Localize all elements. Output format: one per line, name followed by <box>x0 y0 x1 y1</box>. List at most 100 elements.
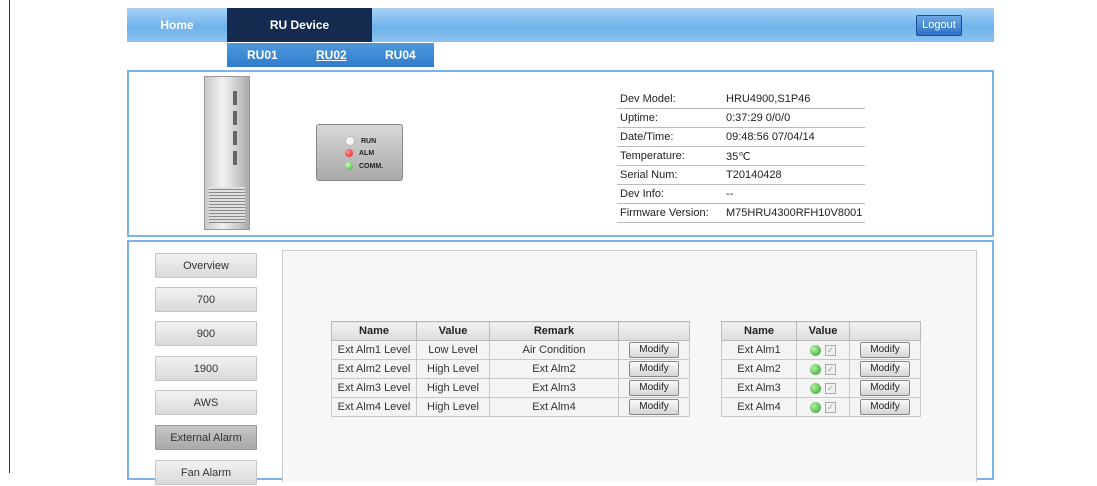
cell-remark: Ext Alm2 <box>489 359 619 379</box>
led-off-icon <box>345 136 355 146</box>
cell-name: Ext Alm3 <box>721 378 797 398</box>
cell-value: ✓ <box>796 378 850 398</box>
cell-action: Modify <box>849 359 921 379</box>
info-value: 0:37:29 0/0/0 <box>723 108 866 128</box>
modify-button[interactable]: Modify <box>860 342 910 358</box>
modify-button[interactable]: Modify <box>860 361 910 377</box>
col-value: Value <box>796 321 850 341</box>
led-comm: COMM. <box>345 162 383 172</box>
info-row: Date/Time: 09:48:56 07/04/14 <box>617 127 866 147</box>
cell-name: Ext Alm1 Level <box>331 340 417 360</box>
menu-aws[interactable]: AWS <box>155 390 257 415</box>
modify-button[interactable]: Modify <box>860 399 910 415</box>
cell-remark: Ext Alm3 <box>489 378 619 398</box>
info-value: M75HRU4300RFH10V8001 <box>723 203 866 223</box>
nav-home[interactable]: Home <box>127 8 227 42</box>
alarm-enable-checkbox[interactable]: ✓ <box>825 401 836 413</box>
device-summary-panel: RUN ALM COMM. Dev Model: HRU4900,S1P46 Up… <box>127 70 994 237</box>
modify-button[interactable]: Modify <box>629 380 679 396</box>
cell-action: Modify <box>618 378 690 398</box>
col-remark: Remark <box>489 321 619 341</box>
col-action <box>849 321 921 341</box>
content-area: Name Value Remark Ext Alm1 Level Low Lev… <box>282 250 977 482</box>
nav-ru-device[interactable]: RU Device <box>227 8 372 42</box>
info-value: -- <box>723 184 866 204</box>
led-green-icon <box>345 162 353 171</box>
cell-remark: Air Condition <box>489 340 619 360</box>
status-ok-icon <box>810 382 821 394</box>
alarm-enable-checkbox[interactable]: ✓ <box>825 382 836 394</box>
led-label: COMM. <box>359 163 384 170</box>
cabinet-vent <box>233 91 237 105</box>
led-label: RUN <box>361 137 377 145</box>
info-row: Uptime: 0:37:29 0/0/0 <box>617 108 866 128</box>
info-key: Temperature: <box>617 146 723 166</box>
menu-overview[interactable]: Overview <box>155 253 257 278</box>
info-row: Serial Num: T20140428 <box>617 165 866 185</box>
cabinet-grill <box>209 187 245 223</box>
cell-action: Modify <box>849 340 921 360</box>
menu-external-alarm[interactable]: External Alarm <box>155 425 257 450</box>
menu-700[interactable]: 700 <box>155 287 257 312</box>
cell-name: Ext Alm2 Level <box>331 359 417 379</box>
ru-subnav: RU01 RU02 RU04 <box>227 43 434 67</box>
info-key: Dev Info: <box>617 184 723 204</box>
led-alm: ALM <box>345 149 374 159</box>
col-value: Value <box>416 321 490 341</box>
cell-action: Modify <box>618 397 690 417</box>
cell-action: Modify <box>618 340 690 360</box>
window-edge <box>9 0 10 473</box>
info-value: 35℃ <box>723 146 866 166</box>
cell-name: Ext Alm4 Level <box>331 397 417 417</box>
table-row: Ext Alm3 Level High Level Ext Alm3 Modif… <box>331 378 690 398</box>
cell-name: Ext Alm4 <box>721 397 797 417</box>
table-row: Ext Alm4 Level High Level Ext Alm4 Modif… <box>331 397 690 417</box>
logout-button[interactable]: Logout <box>916 15 962 36</box>
info-value: HRU4900,S1P46 <box>723 90 866 109</box>
table-row: Ext Alm1 ✓ Modify <box>721 340 921 360</box>
menu-1900[interactable]: 1900 <box>155 356 257 381</box>
tab-ru01[interactable]: RU01 <box>247 43 278 67</box>
table-row: Ext Alm3 ✓ Modify <box>721 378 921 398</box>
cell-value: Low Level <box>416 340 490 360</box>
table-row: Ext Alm2 Level High Level Ext Alm2 Modif… <box>331 359 690 379</box>
menu-900[interactable]: 900 <box>155 321 257 346</box>
info-key: Uptime: <box>617 108 723 128</box>
status-ok-icon <box>810 401 821 413</box>
modify-button[interactable]: Modify <box>629 342 679 358</box>
alarm-enable-checkbox[interactable]: ✓ <box>825 363 836 375</box>
table-row: Ext Alm2 ✓ Modify <box>721 359 921 379</box>
cabinet-vent <box>233 151 237 165</box>
info-key: Firmware Version: <box>617 203 723 223</box>
cell-name: Ext Alm2 <box>721 359 797 379</box>
alarm-config-panel: Overview 700 900 1900 AWS External Alarm… <box>127 240 994 485</box>
cabinet-vent <box>233 131 237 145</box>
modify-button[interactable]: Modify <box>629 399 679 415</box>
cell-name: Ext Alm3 Level <box>331 378 417 398</box>
modify-button[interactable]: Modify <box>629 361 679 377</box>
modify-button[interactable]: Modify <box>860 380 910 396</box>
led-label: ALM <box>359 150 375 157</box>
info-value: T20140428 <box>723 165 866 185</box>
tab-ru04[interactable]: RU04 <box>385 43 416 67</box>
info-row: Temperature: 35℃ <box>617 146 866 166</box>
cell-remark: Ext Alm4 <box>489 397 619 417</box>
tab-ru02[interactable]: RU02 <box>316 43 347 67</box>
cell-value: High Level <box>416 378 490 398</box>
info-row: Dev Info: -- <box>617 184 866 204</box>
info-key: Dev Model: <box>617 90 723 109</box>
led-status-panel: RUN ALM COMM. <box>316 124 403 181</box>
col-name: Name <box>721 321 797 341</box>
table-row: Ext Alm1 Level Low Level Air Condition M… <box>331 340 690 360</box>
info-value: 09:48:56 07/04/14 <box>723 127 866 147</box>
col-action <box>618 321 690 341</box>
table-row: Ext Alm4 ✓ Modify <box>721 397 921 417</box>
device-info-table: Dev Model: HRU4900,S1P46 Uptime: 0:37:29 0… <box>617 90 866 223</box>
info-row: Firmware Version: M75HRU4300RFH10V8001 <box>617 203 866 223</box>
cell-value: High Level <box>416 359 490 379</box>
cell-value: ✓ <box>796 340 850 360</box>
status-ok-icon <box>810 363 821 375</box>
alarm-enable-checkbox[interactable]: ✓ <box>825 344 836 356</box>
cell-action: Modify <box>618 359 690 379</box>
device-cabinet-image <box>204 76 250 230</box>
